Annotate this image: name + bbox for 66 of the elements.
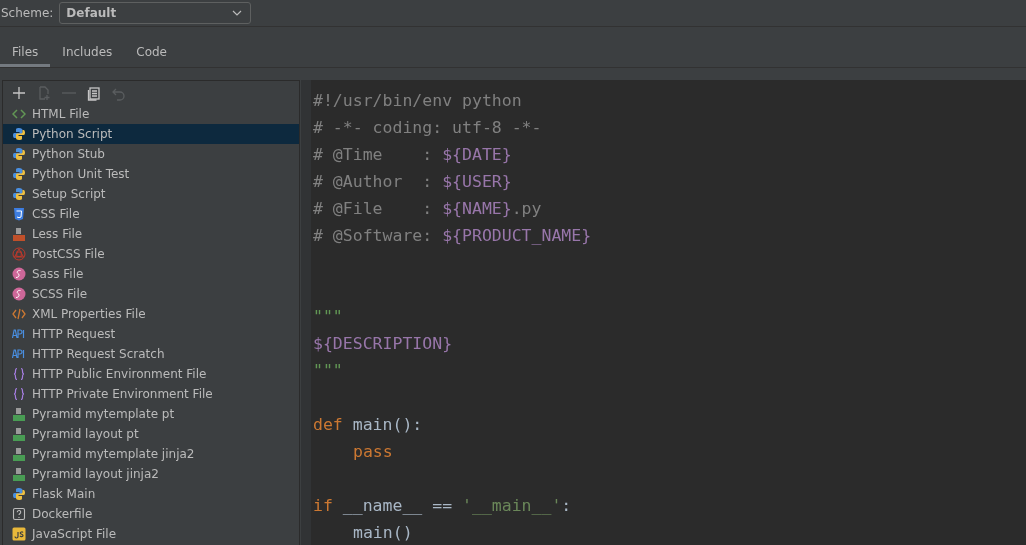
code-line: if __name__ == '__main__': xyxy=(313,495,573,517)
code-line: # @Author : ${USER} xyxy=(313,171,513,193)
template-item[interactable]: Pyramid layout pt xyxy=(3,424,299,444)
template-item[interactable]: HTTP Public Environment File xyxy=(3,364,299,384)
template-item[interactable]: Pyramid mytemplate pt xyxy=(3,404,299,424)
sass-icon xyxy=(12,287,26,301)
code-line: """ xyxy=(313,360,344,382)
angle-brackets-icon xyxy=(12,107,26,121)
plus-icon xyxy=(11,84,27,101)
template-item[interactable]: CSS File xyxy=(3,204,299,224)
template-item[interactable]: Pyramid mytemplate jinja2 xyxy=(3,444,299,464)
code-line: ${DESCRIPTION} xyxy=(313,333,454,355)
template-item[interactable]: Sass File xyxy=(3,264,299,284)
template-item[interactable]: HTTP Private Environment File xyxy=(3,384,299,404)
template-item[interactable]: HTTP Request Scratch xyxy=(3,344,299,364)
code-line: # @Time : ${DATE} xyxy=(313,144,513,166)
python-icon xyxy=(12,487,26,501)
file-icon xyxy=(12,427,26,441)
code-line: main() xyxy=(352,522,414,544)
api-icon xyxy=(12,347,26,361)
question-icon xyxy=(12,507,26,521)
template-item[interactable]: Pyramid layout jinja2 xyxy=(3,464,299,484)
new-file-icon xyxy=(36,84,52,101)
code-line: # @Software: ${PRODUCT_NAME} xyxy=(313,225,592,247)
code-line: #!/usr/bin/env python xyxy=(313,90,523,112)
template-item[interactable]: JavaScript File xyxy=(3,524,299,544)
code-line: # @File : ${NAME}.py xyxy=(313,198,543,220)
file-icon xyxy=(12,447,26,461)
file-icon xyxy=(12,227,26,241)
api-icon xyxy=(12,327,26,341)
postcss-icon xyxy=(12,247,26,261)
code-line: # -*- coding: utf-8 -*- xyxy=(313,117,543,139)
scheme-dropdown[interactable]: Default xyxy=(59,2,252,24)
tab[interactable]: Files xyxy=(0,39,51,67)
curly-braces-icon xyxy=(12,387,26,401)
template-item[interactable]: Python Unit Test xyxy=(3,164,299,184)
scheme-label: Scheme: xyxy=(1,6,54,20)
python-icon xyxy=(12,127,26,141)
template-item[interactable]: HTTP Request xyxy=(3,324,299,344)
file-icon xyxy=(12,467,26,481)
tab[interactable]: Code xyxy=(124,39,179,67)
template-item[interactable]: Dockerfile xyxy=(3,504,299,524)
template-item[interactable]: SCSS File xyxy=(3,284,299,304)
template-item[interactable]: PostCSS File xyxy=(3,244,299,264)
css-icon xyxy=(12,207,26,221)
sass-icon xyxy=(12,267,26,281)
copy-icon xyxy=(86,84,102,101)
tab[interactable]: Includes xyxy=(50,39,125,67)
python-icon xyxy=(12,167,26,181)
template-item[interactable]: Python Stub xyxy=(3,144,299,164)
template-item[interactable]: Python Script xyxy=(3,124,299,144)
js-icon xyxy=(12,527,26,541)
template-item[interactable]: Flask Main xyxy=(3,484,299,504)
python-icon xyxy=(12,187,26,201)
code-line: """ xyxy=(313,306,344,328)
template-item[interactable]: HTML File xyxy=(3,104,299,124)
python-icon xyxy=(12,147,26,161)
chevron-down-icon xyxy=(232,10,243,16)
code-tag-icon xyxy=(12,307,26,321)
template-item[interactable]: Setup Script xyxy=(3,184,299,204)
code-line: pass xyxy=(352,441,394,463)
code-line: def main(): xyxy=(313,414,424,436)
template-item[interactable]: Less File xyxy=(3,224,299,244)
template-item[interactable]: XML Properties File xyxy=(3,304,299,324)
curly-braces-icon xyxy=(12,367,26,381)
file-icon xyxy=(12,407,26,421)
